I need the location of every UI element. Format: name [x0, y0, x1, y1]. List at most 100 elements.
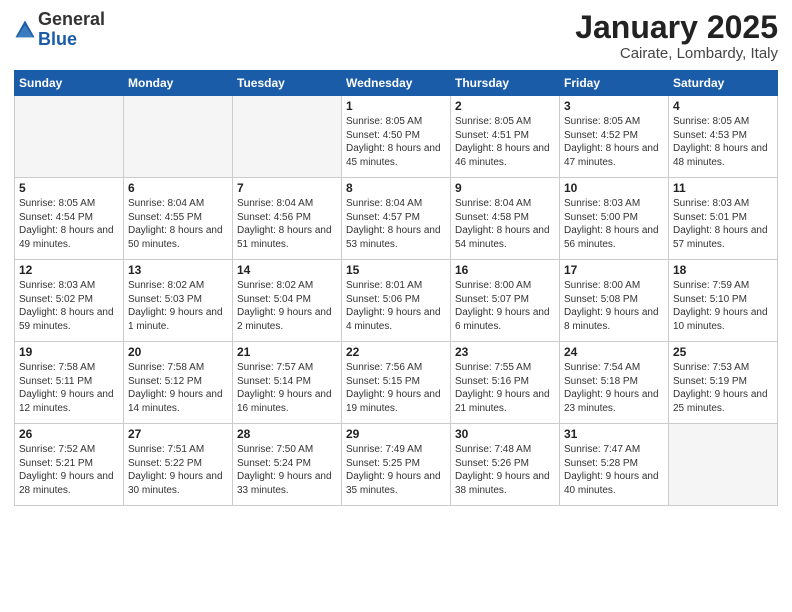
calendar-cell: 3 Sunrise: 8:05 AMSunset: 4:52 PMDaylight…: [560, 96, 669, 178]
calendar-week-row: 26 Sunrise: 7:52 AMSunset: 5:21 PMDayligh…: [15, 424, 778, 506]
calendar-cell: 18Sunrise: 7:59 AMSunset: 5:10 PMDayligh…: [669, 260, 778, 342]
calendar-week-row: 19 Sunrise: 7:58 AMSunset: 5:11 PMDayligh…: [15, 342, 778, 424]
day-info: Sunrise: 7:48 AMSunset: 5:26 PMDaylight:…: [455, 443, 555, 497]
calendar-cell: 23Sunrise: 7:55 AMSunset: 5:16 PMDayligh…: [451, 342, 560, 424]
day-number: 18: [673, 263, 773, 277]
day-info: Sunrise: 8:03 AMSunset: 5:00 PMDaylight:…: [564, 197, 664, 251]
day-info: Sunrise: 7:52 AMSunset: 5:21 PMDaylight:…: [19, 443, 119, 497]
calendar-cell: 27Sunrise: 7:51 AMSunset: 5:22 PMDayligh…: [124, 424, 233, 506]
day-info: Sunrise: 8:00 AMSunset: 5:08 PMDaylight:…: [564, 279, 664, 333]
day-number: 20: [128, 345, 228, 359]
day-number: 11: [673, 181, 773, 195]
weekday-header: Wednesday: [342, 71, 451, 96]
day-info: Sunrise: 7:58 AMSunset: 5:12 PMDaylight:…: [128, 361, 228, 415]
calendar-cell: 22 Sunrise: 7:56 AMSunset: 5:15 PMDayligh…: [342, 342, 451, 424]
day-info: Sunrise: 8:03 AMSunset: 5:02 PMDaylight:…: [19, 279, 119, 333]
location-subtitle: Cairate, Lombardy, Italy: [575, 45, 778, 62]
day-number: 6: [128, 181, 228, 195]
weekday-header: Monday: [124, 71, 233, 96]
day-number: 2: [455, 99, 555, 113]
calendar-week-row: 12Sunrise: 8:03 AMSunset: 5:02 PMDayligh…: [15, 260, 778, 342]
calendar-week-row: 5Sunrise: 8:05 AMSunset: 4:54 PMDaylight…: [15, 178, 778, 260]
calendar-cell: 1 Sunrise: 8:05 AMSunset: 4:50 PMDaylight…: [342, 96, 451, 178]
day-info: Sunrise: 8:04 AMSunset: 4:56 PMDaylight:…: [237, 197, 337, 251]
calendar-cell: 24 Sunrise: 7:54 AMSunset: 5:18 PMDayligh…: [560, 342, 669, 424]
day-number: 28: [237, 427, 337, 441]
weekday-header-row: SundayMondayTuesdayWednesdayThursdayFrid…: [15, 71, 778, 96]
logo: General Blue: [14, 10, 105, 50]
day-info: Sunrise: 7:47 AMSunset: 5:28 PMDaylight:…: [564, 443, 664, 497]
day-number: 29: [346, 427, 446, 441]
calendar-cell: 20 Sunrise: 7:58 AMSunset: 5:12 PMDayligh…: [124, 342, 233, 424]
day-info: Sunrise: 8:02 AMSunset: 5:03 PMDaylight:…: [128, 279, 228, 333]
day-number: 13: [128, 263, 228, 277]
calendar-cell: [233, 96, 342, 178]
day-number: 1: [346, 99, 446, 113]
day-info: Sunrise: 7:56 AMSunset: 5:15 PMDaylight:…: [346, 361, 446, 415]
calendar-cell: 11Sunrise: 8:03 AMSunset: 5:01 PMDayligh…: [669, 178, 778, 260]
calendar-cell: 14 Sunrise: 8:02 AMSunset: 5:04 PMDayligh…: [233, 260, 342, 342]
calendar-cell: 4Sunrise: 8:05 AMSunset: 4:53 PMDaylight…: [669, 96, 778, 178]
month-title: January 2025: [575, 10, 778, 45]
calendar-cell: 5Sunrise: 8:05 AMSunset: 4:54 PMDaylight…: [15, 178, 124, 260]
calendar-cell: 17 Sunrise: 8:00 AMSunset: 5:08 PMDayligh…: [560, 260, 669, 342]
day-info: Sunrise: 8:05 AMSunset: 4:50 PMDaylight:…: [346, 115, 446, 169]
day-number: 8: [346, 181, 446, 195]
day-info: Sunrise: 8:04 AMSunset: 4:58 PMDaylight:…: [455, 197, 555, 251]
calendar-cell: 29 Sunrise: 7:49 AMSunset: 5:25 PMDayligh…: [342, 424, 451, 506]
weekday-header: Tuesday: [233, 71, 342, 96]
day-number: 5: [19, 181, 119, 195]
day-number: 21: [237, 345, 337, 359]
logo-blue: Blue: [38, 29, 77, 49]
day-info: Sunrise: 8:04 AMSunset: 4:55 PMDaylight:…: [128, 197, 228, 251]
day-info: Sunrise: 7:55 AMSunset: 5:16 PMDaylight:…: [455, 361, 555, 415]
day-number: 24: [564, 345, 664, 359]
calendar-cell: 13 Sunrise: 8:02 AMSunset: 5:03 PMDayligh…: [124, 260, 233, 342]
calendar-cell: 6 Sunrise: 8:04 AMSunset: 4:55 PMDaylight…: [124, 178, 233, 260]
calendar: SundayMondayTuesdayWednesdayThursdayFrid…: [14, 70, 778, 506]
calendar-cell: 15Sunrise: 8:01 AMSunset: 5:06 PMDayligh…: [342, 260, 451, 342]
day-number: 19: [19, 345, 119, 359]
calendar-cell: 31 Sunrise: 7:47 AMSunset: 5:28 PMDayligh…: [560, 424, 669, 506]
day-info: Sunrise: 8:04 AMSunset: 4:57 PMDaylight:…: [346, 197, 446, 251]
day-info: Sunrise: 8:05 AMSunset: 4:52 PMDaylight:…: [564, 115, 664, 169]
day-number: 3: [564, 99, 664, 113]
page: General Blue January 2025 Cairate, Lomba…: [0, 0, 792, 612]
day-number: 31: [564, 427, 664, 441]
day-number: 10: [564, 181, 664, 195]
logo-text: General Blue: [38, 10, 105, 50]
day-number: 27: [128, 427, 228, 441]
calendar-cell: 30 Sunrise: 7:48 AMSunset: 5:26 PMDayligh…: [451, 424, 560, 506]
calendar-cell: 8 Sunrise: 8:04 AMSunset: 4:57 PMDaylight…: [342, 178, 451, 260]
calendar-cell: 16Sunrise: 8:00 AMSunset: 5:07 PMDayligh…: [451, 260, 560, 342]
day-number: 25: [673, 345, 773, 359]
calendar-week-row: 1 Sunrise: 8:05 AMSunset: 4:50 PMDaylight…: [15, 96, 778, 178]
calendar-cell: 9Sunrise: 8:04 AMSunset: 4:58 PMDaylight…: [451, 178, 560, 260]
calendar-cell: 12Sunrise: 8:03 AMSunset: 5:02 PMDayligh…: [15, 260, 124, 342]
day-info: Sunrise: 7:58 AMSunset: 5:11 PMDaylight:…: [19, 361, 119, 415]
weekday-header: Sunday: [15, 71, 124, 96]
calendar-cell: [15, 96, 124, 178]
day-number: 16: [455, 263, 555, 277]
calendar-cell: 21 Sunrise: 7:57 AMSunset: 5:14 PMDayligh…: [233, 342, 342, 424]
calendar-cell: 28 Sunrise: 7:50 AMSunset: 5:24 PMDayligh…: [233, 424, 342, 506]
day-number: 26: [19, 427, 119, 441]
day-info: Sunrise: 8:05 AMSunset: 4:53 PMDaylight:…: [673, 115, 773, 169]
day-number: 17: [564, 263, 664, 277]
day-info: Sunrise: 7:57 AMSunset: 5:14 PMDaylight:…: [237, 361, 337, 415]
calendar-cell: 25Sunrise: 7:53 AMSunset: 5:19 PMDayligh…: [669, 342, 778, 424]
calendar-cell: 26 Sunrise: 7:52 AMSunset: 5:21 PMDayligh…: [15, 424, 124, 506]
calendar-cell: 19 Sunrise: 7:58 AMSunset: 5:11 PMDayligh…: [15, 342, 124, 424]
day-info: Sunrise: 7:49 AMSunset: 5:25 PMDaylight:…: [346, 443, 446, 497]
calendar-cell: [669, 424, 778, 506]
day-number: 30: [455, 427, 555, 441]
weekday-header: Friday: [560, 71, 669, 96]
day-number: 22: [346, 345, 446, 359]
day-info: Sunrise: 8:02 AMSunset: 5:04 PMDaylight:…: [237, 279, 337, 333]
day-info: Sunrise: 7:50 AMSunset: 5:24 PMDaylight:…: [237, 443, 337, 497]
calendar-cell: 7Sunrise: 8:04 AMSunset: 4:56 PMDaylight…: [233, 178, 342, 260]
header: General Blue January 2025 Cairate, Lomba…: [14, 10, 778, 62]
day-info: Sunrise: 7:54 AMSunset: 5:18 PMDaylight:…: [564, 361, 664, 415]
weekday-header: Thursday: [451, 71, 560, 96]
day-number: 14: [237, 263, 337, 277]
